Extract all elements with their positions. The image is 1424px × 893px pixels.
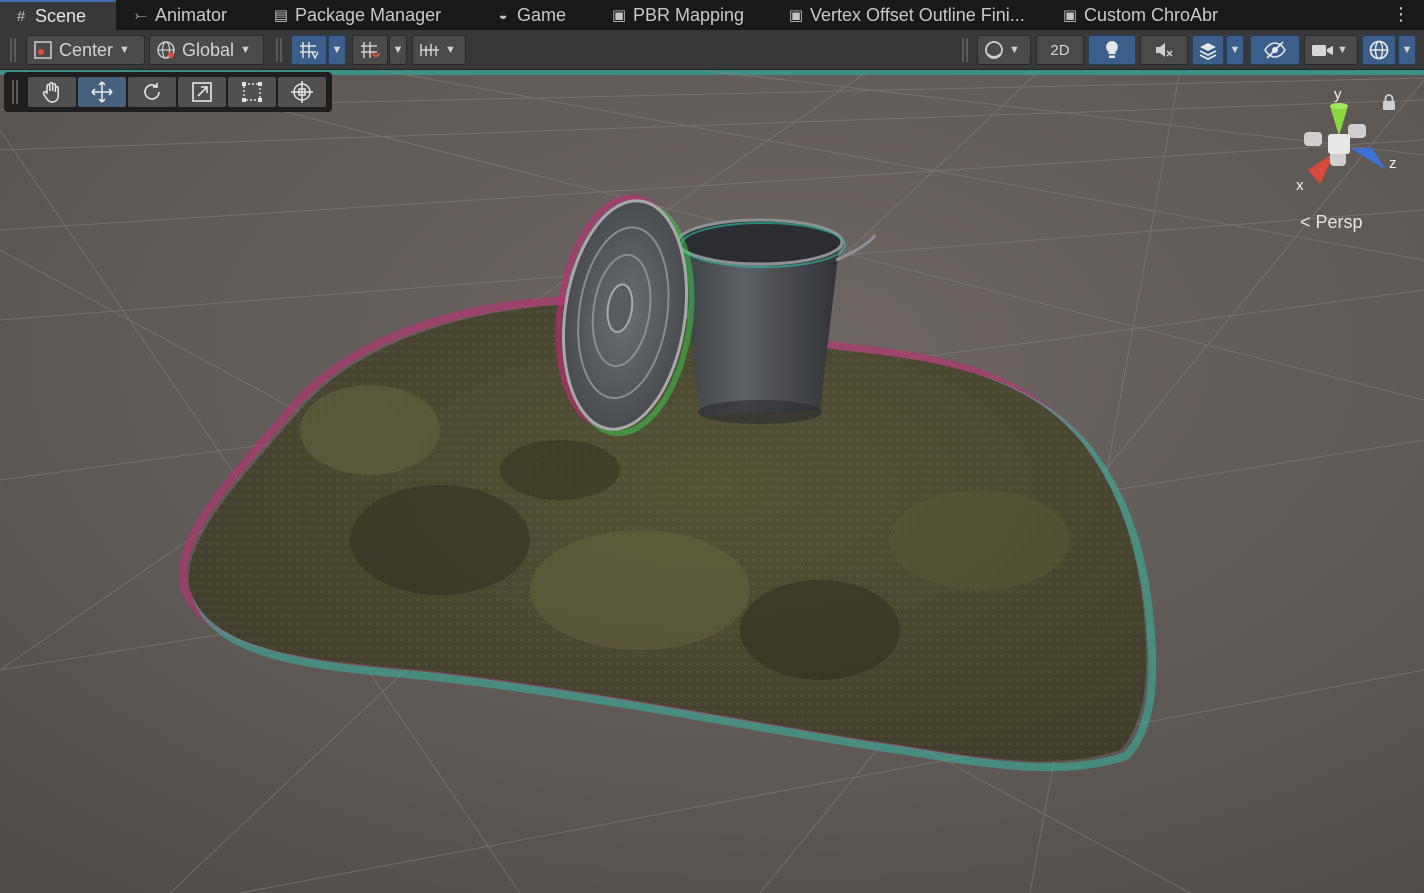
grid-visibility-dropdown[interactable]: ▼: [412, 35, 466, 65]
lighting-toggle[interactable]: [1088, 35, 1136, 65]
grid-ruler-icon: [420, 44, 439, 56]
chevron-down-icon: ▼: [1229, 44, 1241, 56]
tab-game[interactable]: ◒ Game: [494, 0, 566, 30]
effects-toggle[interactable]: [1192, 35, 1224, 65]
scene-visibility-toggle[interactable]: [1250, 35, 1300, 65]
gizmo-neg-z[interactable]: [1348, 124, 1366, 138]
rotate-icon: [144, 83, 160, 100]
rotate-tool-button[interactable]: [128, 77, 176, 107]
effects-layers-icon: [1199, 43, 1217, 60]
toolbar-grip[interactable]: [276, 38, 282, 62]
grid-snap-icon: [300, 42, 319, 60]
package-icon: ▤: [273, 7, 289, 24]
grid-snap-dropdown[interactable]: ▼: [328, 35, 346, 65]
toggle-2d-button[interactable]: 2D: [1036, 35, 1084, 65]
audio-muted-icon: [1156, 43, 1173, 57]
chevron-down-icon: ▼: [331, 44, 343, 56]
gizmo-y-label: y: [1334, 86, 1342, 103]
camera-icon: [1312, 45, 1333, 56]
chevron-down-icon: ▼: [119, 44, 130, 56]
gizmos-dropdown[interactable]: ▼: [1398, 35, 1416, 65]
tab-label: Scene: [35, 5, 87, 26]
chevron-down-icon: ▼: [1337, 44, 1348, 56]
tab-scene[interactable]: # Scene: [0, 0, 116, 30]
animator-icon: ⤚: [134, 6, 147, 24]
pivot-mode-label: Center: [59, 39, 114, 60]
hash-icon: #: [16, 7, 26, 25]
move-arrows-icon: [91, 81, 113, 103]
increment-snap-toggle[interactable]: [352, 35, 388, 65]
scene-toolbar: Center ▼ Global ▼ ▼ ▼ ▼ ▼ 2D ▼ ▼ ▼: [0, 30, 1424, 70]
globe-icon: [157, 41, 175, 59]
gamepad-icon: ◒: [498, 6, 508, 24]
chevron-down-icon: ▼: [1401, 44, 1413, 56]
tab-pbr-mapping[interactable]: ▣ PBR Mapping: [610, 0, 744, 30]
pivot-mode-dropdown[interactable]: Center ▼: [26, 35, 145, 65]
effects-dropdown[interactable]: ▼: [1226, 35, 1244, 65]
transform-tool-button[interactable]: [278, 77, 326, 107]
visibility-eye-icon: [1264, 41, 1286, 59]
gizmo-neg-y[interactable]: [1330, 152, 1346, 166]
draw-mode-dropdown[interactable]: ▼: [977, 35, 1031, 65]
more-options-icon[interactable]: ⋮: [1392, 4, 1410, 24]
gizmo-y-axis-cone[interactable]: [1330, 103, 1348, 136]
pivot-icon: [34, 41, 52, 59]
rect-transform-icon: [242, 82, 262, 102]
tab-label: Game: [517, 4, 567, 25]
chevron-left-icon: <: [1300, 212, 1311, 232]
toolbar-grip[interactable]: [10, 38, 16, 62]
gizmo-z-label: z: [1389, 155, 1397, 172]
snap-magnet-icon: [361, 42, 380, 58]
gizmo-sphere-icon: [1369, 40, 1389, 60]
hand-icon: [42, 81, 59, 103]
tab-label: PBR Mapping: [633, 4, 745, 25]
lock-icon: ▣: [611, 7, 627, 24]
gizmo-neg-x[interactable]: [1304, 132, 1322, 146]
lock-icon: ▣: [1062, 7, 1078, 24]
scale-tool-button[interactable]: [178, 77, 226, 107]
lock-icon[interactable]: [1380, 93, 1398, 111]
scene-render: [0, 70, 1424, 893]
tab-custom-chroabr[interactable]: ▣ Custom ChroAbr: [1061, 0, 1218, 30]
chevron-down-icon: ▼: [1009, 44, 1020, 56]
lock-icon: ▣: [788, 7, 804, 24]
editor-tab-bar: # Scene ⤚ Animator ▤ Package Manager ◒ G…: [0, 0, 1424, 30]
gizmo-z-axis-cone[interactable]: [1350, 148, 1386, 170]
lightbulb-icon: [1106, 41, 1118, 58]
chevron-down-icon: ▼: [392, 44, 404, 56]
tab-label: Vertex Offset Outline Fini...: [810, 4, 1025, 25]
gizmo-x-label: x: [1296, 177, 1304, 194]
toolbar-grip[interactable]: [962, 38, 968, 62]
chevron-down-icon: ▼: [240, 44, 251, 56]
gizmos-toggle[interactable]: [1362, 35, 1396, 65]
move-tool-button[interactable]: [78, 77, 126, 107]
projection-label: Persp: [1315, 212, 1363, 232]
chevron-down-icon: ▼: [445, 44, 456, 56]
camera-settings-dropdown[interactable]: ▼: [1304, 35, 1358, 65]
projection-toggle[interactable]: < Persp: [1300, 212, 1363, 233]
transform-icon: [291, 81, 313, 103]
increment-snap-dropdown[interactable]: ▼: [389, 35, 407, 65]
pivot-rotation-label: Global: [182, 39, 235, 60]
tab-animator[interactable]: ⤚ Animator: [132, 0, 227, 30]
audio-toggle[interactable]: [1140, 35, 1188, 65]
tab-label: Package Manager: [295, 4, 442, 25]
toggle-2d-label: 2D: [1050, 41, 1070, 59]
shading-sphere-icon: [985, 41, 1003, 59]
tool-palette: [4, 72, 332, 112]
tab-label: Custom ChroAbr: [1084, 4, 1219, 25]
palette-grip[interactable]: [12, 80, 18, 104]
tab-vertex-offset-outline[interactable]: ▣ Vertex Offset Outline Fini...: [787, 0, 1025, 30]
tab-label: Animator: [155, 4, 228, 25]
hand-tool-button[interactable]: [28, 77, 76, 107]
tab-package-manager[interactable]: ▤ Package Manager: [272, 0, 441, 30]
scene-viewport[interactable]: [0, 70, 1424, 893]
gizmo-center-cube[interactable]: [1328, 134, 1350, 154]
scale-icon: [192, 82, 212, 102]
pivot-rotation-dropdown[interactable]: Global ▼: [149, 35, 264, 65]
grid-snap-toggle[interactable]: [291, 35, 327, 65]
rect-tool-button[interactable]: [228, 77, 276, 107]
